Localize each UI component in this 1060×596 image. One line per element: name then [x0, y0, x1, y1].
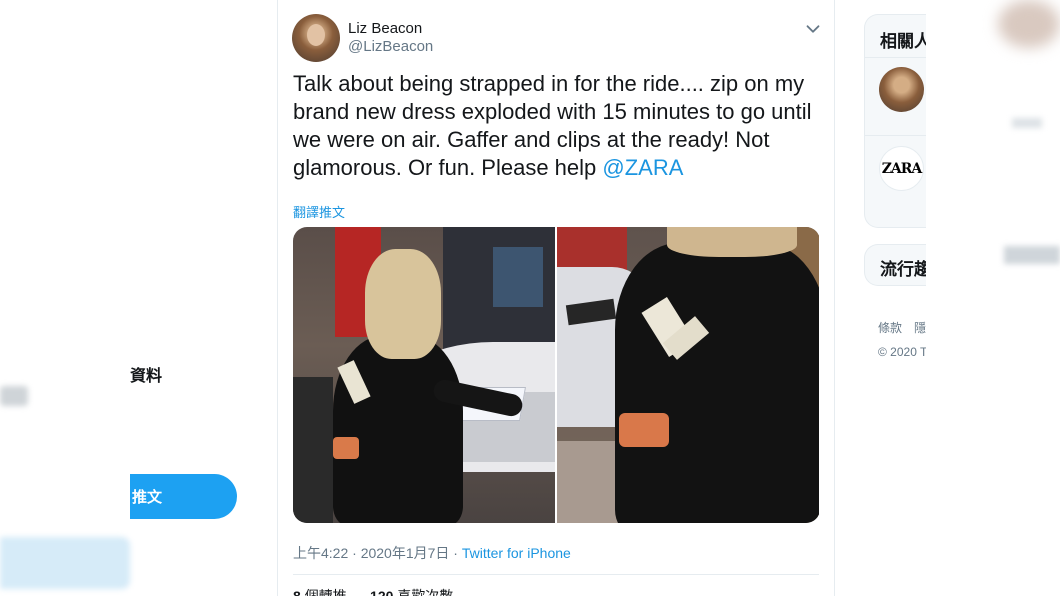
- meta-separator: ·: [449, 545, 462, 561]
- tweet-body: Talk about being strapped in for the rid…: [293, 71, 812, 180]
- card-divider: [865, 135, 927, 136]
- media-grid: [293, 227, 820, 523]
- retweets-label: 個轉推: [304, 588, 347, 596]
- tweet-stats: 8 個轉推 120 喜歡次數: [293, 586, 453, 596]
- left-sidebar: 資料 推文: [0, 0, 276, 596]
- stats-divider: [293, 574, 819, 575]
- likes-stat[interactable]: 120 喜歡次數: [370, 588, 453, 596]
- tweet-text: Talk about being strapped in for the rid…: [293, 70, 828, 182]
- trends-card: 流行趨: [864, 244, 931, 286]
- compose-tweet-label: 推文: [132, 489, 163, 506]
- related-user-avatar[interactable]: [879, 67, 924, 112]
- chevron-down-icon[interactable]: [802, 18, 824, 40]
- related-people-title: 相關人: [880, 32, 931, 51]
- mention-link[interactable]: @ZARA: [602, 155, 683, 180]
- tweet-photo-2[interactable]: [557, 227, 819, 523]
- related-people-card: 相關人 ZARA: [864, 14, 931, 228]
- card-divider: [865, 57, 927, 58]
- left-mask: [0, 0, 130, 596]
- tweet-photo-1[interactable]: [293, 227, 555, 523]
- right-mask: [926, 0, 1060, 596]
- tweet-meta: 上午4:22 · 2020年1月7日 · Twitter for iPhone: [293, 543, 571, 563]
- user-handle[interactable]: @LizBeacon: [348, 38, 433, 55]
- footer-copyright: © 2020 T: [878, 345, 928, 359]
- trends-title: 流行趨: [880, 260, 931, 279]
- timestamp[interactable]: 上午4:22 · 2020年1月7日: [293, 545, 449, 561]
- retweets-stat[interactable]: 8 個轉推: [293, 588, 347, 596]
- blurred-region: [1004, 246, 1060, 264]
- avatar-face: [307, 24, 325, 46]
- retweets-count: 8: [293, 588, 301, 596]
- translate-tweet-link[interactable]: 翻譯推文: [293, 202, 345, 221]
- footer-links[interactable]: 條款 隱: [878, 319, 926, 336]
- likes-count: 120: [370, 588, 394, 596]
- column-divider-right: [834, 0, 835, 596]
- tweet-source[interactable]: Twitter for iPhone: [462, 545, 571, 561]
- zara-avatar[interactable]: ZARA: [879, 146, 924, 191]
- blurred-nav-item: [0, 386, 28, 406]
- blurred-region: [998, 0, 1060, 48]
- blurred-account-switcher: [0, 537, 130, 589]
- nav-item-profile[interactable]: 資料: [130, 362, 162, 386]
- zara-logo: ZARA: [881, 160, 923, 177]
- likes-label: 喜歡次數: [397, 588, 454, 596]
- display-name[interactable]: Liz Beacon: [348, 20, 422, 37]
- tweet-detail: Liz Beacon @LizBeacon Talk about being s…: [278, 0, 834, 596]
- blurred-region: [1012, 118, 1042, 128]
- avatar[interactable]: [292, 14, 340, 62]
